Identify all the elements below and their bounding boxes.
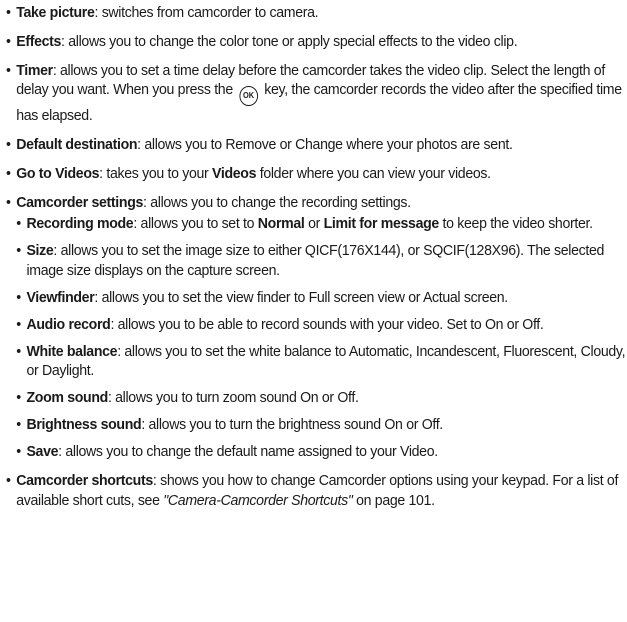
- desc-camcorder-settings: : allows you to change the recording set…: [143, 193, 411, 211]
- term-size: Size: [26, 242, 54, 260]
- desc-recording-mode-pre: : allows you to set to: [133, 215, 258, 233]
- term-save: Save: [26, 443, 59, 461]
- desc-audio-record: : allows you to be able to record sounds…: [110, 315, 544, 333]
- desc-default-destination: : allows you to Remove or Change where y…: [137, 135, 513, 153]
- desc-go-to-videos-pre: : takes you to your: [99, 164, 213, 182]
- desc-white-balance: : allows you to set the white balance to…: [26, 342, 626, 380]
- list-item-take-picture: Take picture: switches from camcorder to…: [6, 3, 625, 23]
- desc-camcorder-shortcuts-post: on page 101.: [352, 491, 435, 509]
- desc-zoom-sound: : allows you to turn zoom sound On or Of…: [107, 389, 359, 407]
- term-brightness-sound: Brightness sound: [26, 416, 142, 434]
- sub-item-audio-record: Audio record: allows you to be able to r…: [16, 315, 625, 335]
- term-audio-record: Audio record: [26, 315, 111, 333]
- term-white-balance: White balance: [26, 342, 118, 360]
- term-take-picture: Take picture: [16, 4, 95, 21]
- shortcuts-reference: "Camera-Camcorder Shortcuts": [163, 491, 353, 509]
- option-normal: Normal: [257, 215, 305, 233]
- term-effects: Effects: [16, 32, 62, 50]
- list-item-camcorder-shortcuts: Camcorder shortcuts: shows you how to ch…: [6, 471, 625, 510]
- sub-item-zoom-sound: Zoom sound: allows you to turn zoom soun…: [16, 388, 625, 408]
- term-camcorder-shortcuts: Camcorder shortcuts: [16, 471, 153, 489]
- term-camcorder-settings: Camcorder settings: [16, 193, 144, 211]
- list-item-camcorder-settings: Camcorder settings: allows you to change…: [6, 193, 626, 462]
- desc-effects: : allows you to change the color tone or…: [61, 32, 518, 50]
- sub-item-brightness-sound: Brightness sound: allows you to turn the…: [16, 415, 625, 435]
- term-recording-mode: Recording mode: [26, 215, 134, 233]
- desc-viewfinder: : allows you to set the view finder to F…: [94, 288, 508, 306]
- ok-key-icon: OK: [239, 86, 258, 107]
- desc-recording-mode-mid: or: [304, 215, 324, 233]
- list-item-default-destination: Default destination: allows you to Remov…: [6, 135, 625, 155]
- camcorder-options-list: Take picture: switches from camcorder to…: [6, 3, 626, 510]
- desc-recording-mode-post: to keep the video shorter.: [438, 215, 593, 233]
- desc-go-to-videos-post: folder where you can view your videos.: [256, 164, 491, 182]
- term-zoom-sound: Zoom sound: [26, 389, 108, 407]
- list-item-effects: Effects: allows you to change the color …: [6, 32, 625, 52]
- videos-folder-name: Videos: [212, 164, 257, 182]
- list-item-timer: Timer: allows you to set a time delay be…: [6, 61, 625, 126]
- manual-page: Take picture: switches from camcorder to…: [0, 0, 627, 622]
- term-default-destination: Default destination: [16, 135, 138, 153]
- desc-brightness-sound: : allows you to turn the brightness soun…: [141, 416, 443, 434]
- option-limit-for-message: Limit for message: [323, 215, 440, 233]
- desc-save: : allows you to change the default name …: [58, 443, 438, 461]
- sub-item-recording-mode: Recording mode: allows you to set to Nor…: [16, 214, 625, 234]
- sub-item-size: Size: allows you to set the image size t…: [16, 241, 625, 280]
- list-item-go-to-videos: Go to Videos: takes you to your Videos f…: [6, 164, 625, 184]
- term-viewfinder: Viewfinder: [26, 288, 95, 306]
- desc-size: : allows you to set the image size to ei…: [26, 242, 605, 279]
- camcorder-settings-sublist: Recording mode: allows you to set to Nor…: [16, 214, 625, 462]
- sub-item-viewfinder: Viewfinder: allows you to set the view f…: [16, 288, 625, 308]
- sub-item-save: Save: allows you to change the default n…: [16, 442, 625, 462]
- term-go-to-videos: Go to Videos: [16, 164, 100, 182]
- sub-item-white-balance: White balance: allows you to set the whi…: [16, 342, 625, 381]
- term-timer: Timer: [16, 61, 53, 79]
- desc-take-picture: : switches from camcorder to camera.: [94, 4, 319, 21]
